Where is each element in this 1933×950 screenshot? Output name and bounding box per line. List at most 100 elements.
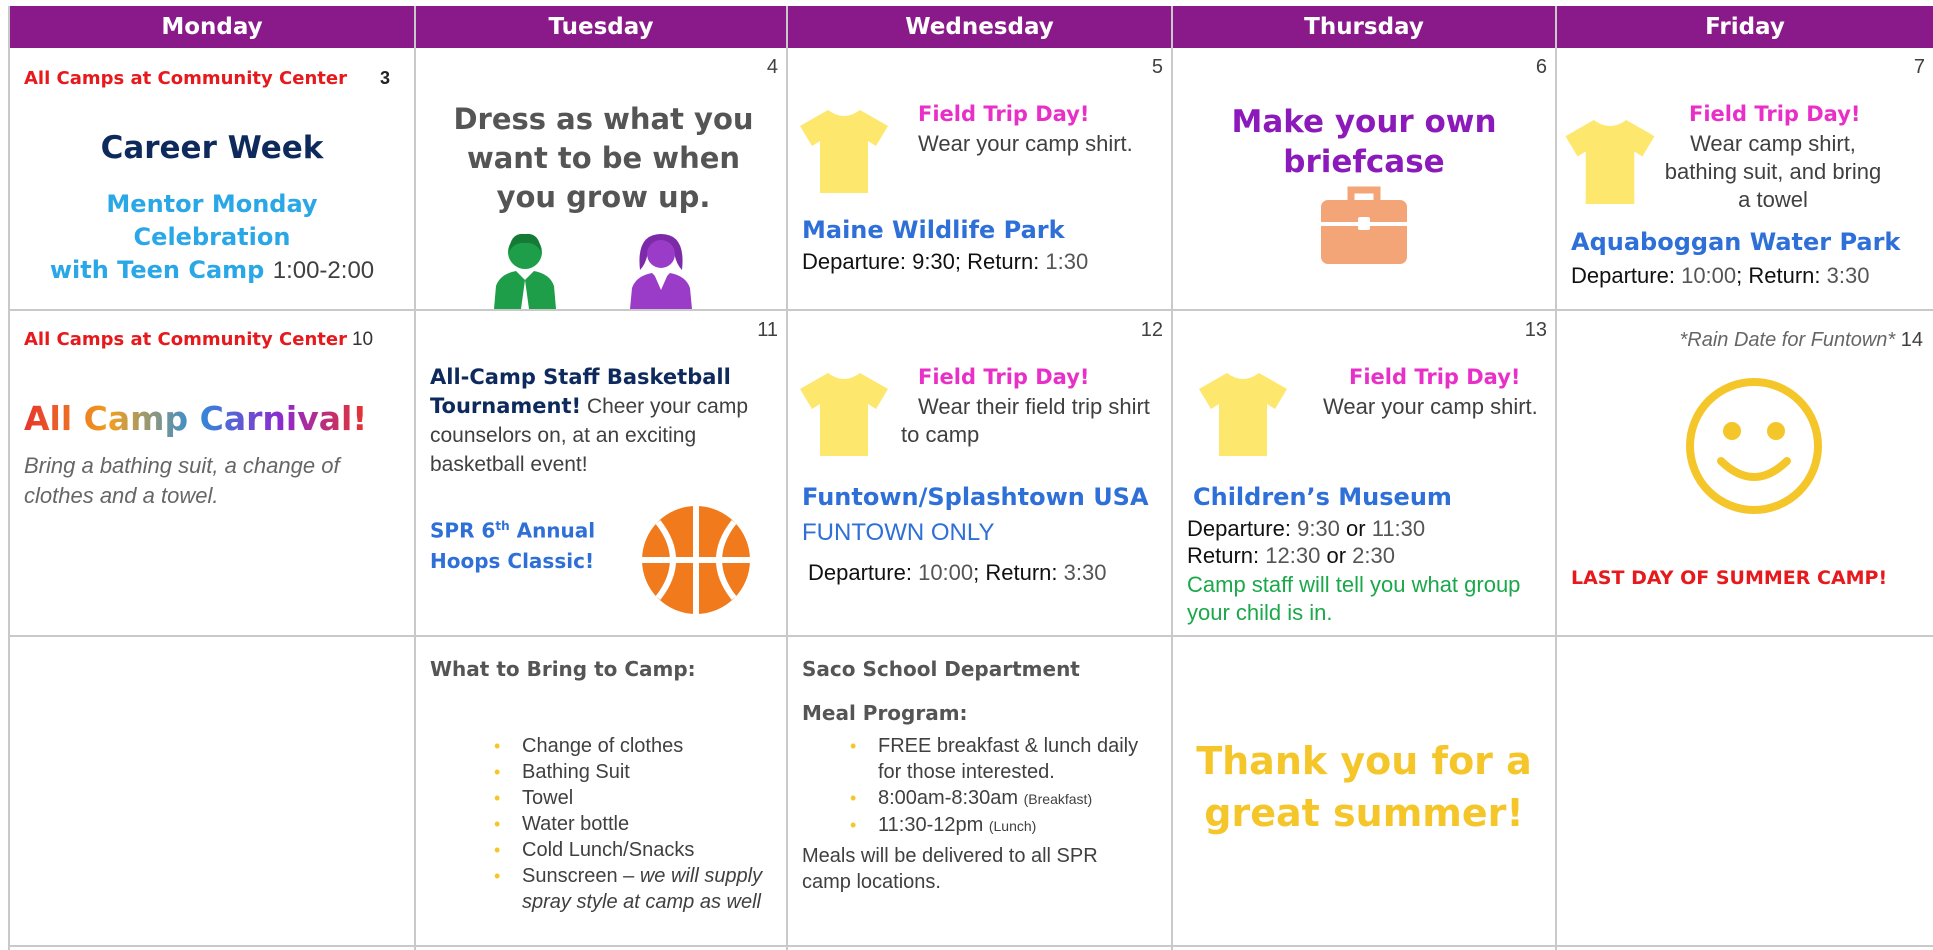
return-time: 3:30 bbox=[1826, 263, 1870, 288]
departure-label: Departure: bbox=[808, 560, 912, 585]
cell-tuesday-4: 4 Dress as what you want to be when you … bbox=[416, 48, 786, 309]
businessman-icon bbox=[494, 233, 556, 309]
list-item: FREE breakfast & lunch daily for those i… bbox=[850, 733, 1160, 785]
theme-title: Career Week bbox=[100, 130, 324, 166]
list-item: Sunscreen – we will supply spray style a… bbox=[494, 863, 764, 915]
day-number: 4 bbox=[766, 56, 778, 78]
tshirt-icon bbox=[800, 110, 888, 193]
trip-times: Departure: 10:00; Return: 3:30 bbox=[808, 560, 1107, 585]
departure-time: 10:00 bbox=[1681, 263, 1737, 288]
trip-note: Wear your camp shirt. bbox=[918, 131, 1133, 156]
day-number: 12 bbox=[1140, 319, 1163, 341]
section-title: What to Bring to Camp: bbox=[430, 657, 696, 681]
day-number: 11 bbox=[757, 319, 778, 341]
cell-thursday-6: 6 Make your own briefcase bbox=[1173, 48, 1555, 309]
list-item: 8:00am-8:30am (Breakfast) bbox=[850, 785, 1160, 812]
cell-friday-14: *Rain Date for Funtown* 14 LAST DAY OF S… bbox=[1557, 311, 1933, 635]
bring-list: Change of clothes Bathing Suit Towel Wat… bbox=[494, 733, 764, 915]
departure-time: 9:30 bbox=[1297, 516, 1340, 541]
trip-restriction: FUNTOWN ONLY bbox=[802, 519, 995, 546]
annual-label: Annual bbox=[516, 518, 596, 543]
tshirt-icon bbox=[1565, 120, 1655, 204]
calendar: Monday Tuesday Wednesday Thursday Friday… bbox=[0, 0, 1933, 950]
event-time: 1:00-2:00 bbox=[272, 257, 375, 284]
field-trip-label: Field Trip Day! bbox=[1349, 365, 1521, 389]
cell-thursday-13: 13 Field Trip Day! Wear your camp shirt.… bbox=[1173, 311, 1555, 635]
grid-line bbox=[10, 945, 1933, 947]
trip-destination: Maine Wildlife Park bbox=[802, 216, 1065, 244]
departure-time: 11:30 bbox=[1371, 516, 1426, 541]
return-label: Return: bbox=[1187, 543, 1260, 568]
location-label: All Camps at Community Center bbox=[24, 329, 347, 350]
tshirt-icon bbox=[800, 373, 888, 456]
rain-date-row: *Rain Date for Funtown* 14 bbox=[1680, 329, 1923, 352]
header-monday: Monday bbox=[10, 6, 414, 48]
section-subtitle: Meal Program: bbox=[802, 701, 968, 725]
breakfast-note: (Breakfast) bbox=[1023, 791, 1093, 807]
return-label: Return: bbox=[985, 560, 1058, 585]
event-title: Dress as what you want to be when you gr… bbox=[453, 102, 754, 214]
event-line: Mentor Monday bbox=[106, 190, 318, 218]
event-line: Celebration bbox=[133, 223, 291, 251]
ordinal-suffix: th bbox=[495, 519, 510, 533]
event-line: with Teen Camp bbox=[49, 256, 265, 284]
cell-friday-7: 7 Field Trip Day! Wear camp shirt, bathi… bbox=[1557, 48, 1933, 309]
list-item: 11:30-12pm (Lunch) bbox=[850, 812, 1160, 839]
day-number: 13 bbox=[1524, 319, 1547, 341]
location-row: All Camps at Community Center 10 bbox=[24, 329, 373, 351]
header-friday: Friday bbox=[1557, 6, 1933, 48]
or-label: or bbox=[1326, 543, 1347, 568]
lunch-note: (Lunch) bbox=[988, 818, 1037, 834]
trip-destination: Funtown/Splashtown USA bbox=[802, 483, 1149, 511]
cell-what-to-bring: What to Bring to Camp: Change of clothes… bbox=[416, 637, 786, 945]
list-item: Change of clothes bbox=[494, 733, 764, 759]
return-time: 2:30 bbox=[1352, 543, 1395, 568]
breakfast-time: 8:00am-8:30am bbox=[878, 787, 1019, 809]
section-title: Saco School Department bbox=[802, 657, 1080, 681]
departure-label: Departure: bbox=[1187, 516, 1291, 541]
cell-tuesday-11: 11 All-Camp Staff Basketball Tournament!… bbox=[416, 311, 786, 635]
list-item: Towel bbox=[494, 785, 764, 811]
cell-meal-program: Saco School Department Meal Program: FRE… bbox=[788, 637, 1171, 945]
day-number: 5 bbox=[1151, 56, 1163, 78]
event-note: Bring a bathing suit, a change of clothe… bbox=[24, 453, 340, 508]
trip-times: Departure: 10:00; Return: 3:30 bbox=[1571, 263, 1870, 288]
list-item: Water bottle bbox=[494, 811, 764, 837]
cell-empty bbox=[1557, 637, 1933, 945]
departure-label: Departure: bbox=[1571, 263, 1675, 288]
trip-note: Wear their field trip shirt to camp bbox=[901, 394, 1150, 447]
event-title: All Camp Carnival! bbox=[24, 399, 368, 438]
list-item: Cold Lunch/Snacks bbox=[494, 837, 764, 863]
last-day-label: LAST DAY OF SUMMER CAMP! bbox=[1571, 567, 1888, 589]
event-description: Mentor Monday Celebration with Teen Camp… bbox=[10, 188, 414, 287]
field-trip-label: Field Trip Day! bbox=[1689, 102, 1861, 126]
day-number: 7 bbox=[1913, 56, 1925, 78]
return-time: 12:30 bbox=[1265, 543, 1321, 568]
sunscreen-label: Sunscreen – bbox=[522, 865, 635, 887]
field-trip-label: Field Trip Day! bbox=[918, 102, 1090, 126]
businesswoman-icon bbox=[630, 234, 692, 309]
return-row: Return: 12:30 or 2:30 bbox=[1187, 542, 1395, 570]
lunch-time: 11:30-12pm bbox=[878, 814, 984, 836]
hoops-label: SPR 6th Annual Hoops Classic! bbox=[430, 511, 595, 576]
departure-row: Departure: 9:30 or 11:30 bbox=[1187, 515, 1425, 543]
briefcase-icon bbox=[1321, 186, 1407, 264]
return-time: 3:30 bbox=[1063, 560, 1107, 585]
departure-label: Departure: bbox=[802, 249, 906, 274]
day-number: 14 bbox=[1900, 329, 1923, 351]
list-item: Bathing Suit bbox=[494, 759, 764, 785]
return-label: Return: bbox=[1748, 263, 1821, 288]
departure-time: 9:30 bbox=[912, 249, 955, 274]
event-title: Make your own briefcase bbox=[1231, 104, 1497, 180]
header-thursday: Thursday bbox=[1173, 6, 1555, 48]
day-number: 6 bbox=[1535, 56, 1547, 78]
spr-label: SPR 6 bbox=[430, 518, 496, 543]
location-label: All Camps at Community Center bbox=[24, 68, 347, 89]
field-trip-label: Field Trip Day! bbox=[918, 365, 1090, 389]
cell-empty bbox=[10, 637, 414, 945]
return-time: 1:30 bbox=[1045, 249, 1089, 274]
departure-time: 10:00 bbox=[918, 560, 974, 585]
trip-times: Departure: 9:30; Return: 1:30 bbox=[802, 249, 1089, 274]
trip-note: Wear your camp shirt. bbox=[1323, 394, 1538, 419]
basketball-icon bbox=[642, 506, 750, 614]
